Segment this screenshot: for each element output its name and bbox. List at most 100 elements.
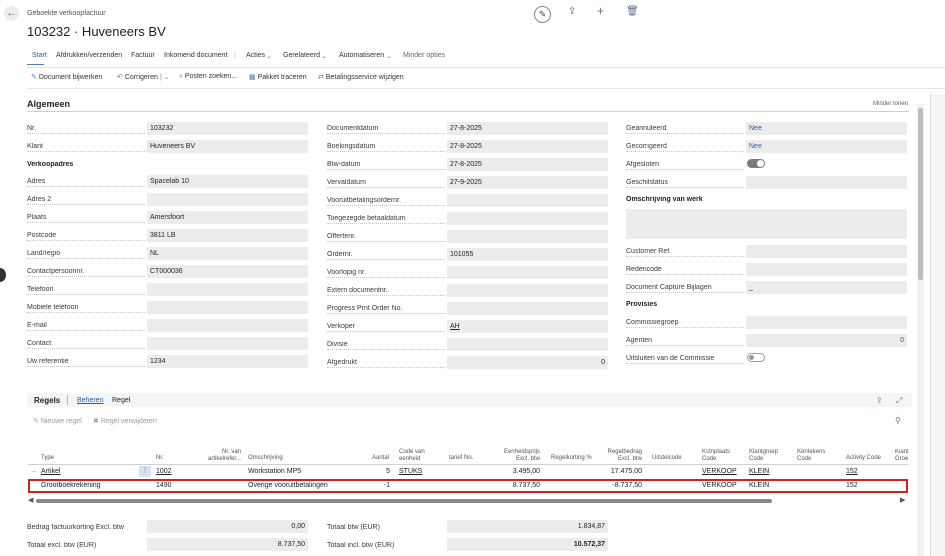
table-row[interactable]: → Artikel ⋮ 1002 Workstation MP5 5 STUKS… — [28, 466, 908, 478]
menu-acties[interactable]: Acties — [246, 52, 265, 59]
contact-label: Contact — [27, 340, 145, 349]
afgesloten-toggle[interactable] — [747, 159, 765, 168]
tab-regels[interactable]: Regels — [34, 396, 60, 405]
contact-field[interactable] — [147, 337, 308, 350]
docdatum-field[interactable]: 27-8-2025 — [447, 122, 608, 135]
betalingsservice-button[interactable]: ⇄ Betalingsservice wijzigen — [318, 73, 404, 81]
progress-field[interactable] — [447, 302, 608, 315]
menu-afdrukken[interactable]: Afdrukken/verzenden — [56, 52, 122, 59]
voorsnr-field[interactable] — [447, 194, 608, 207]
omschrijving-werk-field[interactable] — [626, 209, 907, 239]
contactnr-field[interactable]: CT000036 — [147, 265, 308, 278]
btwdatum-field[interactable]: 27-8-2025 — [447, 158, 608, 171]
corrigeren-button[interactable]: ↶ Corrigeren — [117, 73, 158, 81]
geschilstatus-field[interactable] — [746, 176, 907, 189]
menu-gerelateerd[interactable]: Gerelateerd — [283, 52, 320, 59]
cell-activity[interactable]: 152 — [846, 468, 858, 475]
pakket-traceren-button[interactable]: ▦ Pakket traceren — [249, 73, 307, 81]
delete-line-button[interactable]: ✖ Regel verwijderen — [93, 417, 157, 425]
menu-inkomend-document[interactable]: Inkomend document — [164, 52, 227, 59]
share-icon[interactable]: ⇪ — [876, 396, 883, 405]
menu-start[interactable]: Start — [32, 52, 47, 59]
cell-omschrijving[interactable]: Workstation MP5 — [248, 468, 301, 475]
voorlopig-field[interactable] — [447, 266, 608, 279]
uitsluiten-toggle[interactable] — [747, 353, 765, 362]
email-field[interactable] — [147, 319, 308, 332]
row-menu-icon[interactable]: ⋮ — [139, 466, 151, 477]
expand-icon[interactable]: ⤢ — [896, 396, 902, 406]
menu-automatiseren[interactable]: Automatiseren — [339, 52, 384, 59]
page-title: 103232 · Huveneers BV — [27, 24, 166, 39]
cell-eenheid[interactable]: STUKS — [399, 468, 422, 475]
cell-bedrag[interactable]: 17.475,00 — [598, 468, 642, 475]
cell-aantal[interactable]: 5 — [368, 468, 390, 475]
klant-field[interactable]: Huveneers BV — [147, 140, 308, 153]
omschrijving-werk-heading: Omschrijving van werk — [626, 196, 703, 203]
offerte-field[interactable] — [447, 230, 608, 243]
scroll-left-icon[interactable]: ◀ — [28, 496, 33, 504]
tab-regel[interactable]: Regel — [112, 397, 130, 404]
chevron-down-icon[interactable]: | ⌄ — [160, 73, 170, 81]
adres2-field[interactable] — [147, 193, 308, 206]
cell-prijs[interactable]: 3.495,00 — [498, 468, 540, 475]
uwref-field[interactable]: 1234 — [147, 355, 308, 368]
land-field[interactable]: NL — [147, 247, 308, 260]
extern-label: Extern documentnr. — [327, 287, 445, 296]
boekdatum-field[interactable]: 27-8-2025 — [447, 140, 608, 153]
ordernr-field[interactable]: 101055 — [447, 248, 608, 261]
minder-tonen-link[interactable]: Minder tonen — [873, 101, 908, 107]
add-icon[interactable]: + — [597, 4, 604, 18]
tab-beheren[interactable]: Beheren — [77, 397, 103, 404]
verkoper-field[interactable]: AH — [447, 320, 608, 333]
chevron-down-icon: ⌄ — [321, 53, 327, 60]
custref-field[interactable] — [746, 245, 907, 258]
telefoon-field[interactable] — [147, 283, 308, 296]
email-label: E-mail — [27, 322, 145, 331]
cell-klantgroep[interactable]: KLEIN — [749, 468, 769, 475]
contactnr-label: Contactpersoonnr. — [27, 268, 145, 277]
adres-field[interactable]: Spacelab 10 — [147, 175, 308, 188]
menu-minder-opties[interactable]: Minder opties — [403, 52, 445, 59]
toegezegd-field[interactable] — [447, 212, 608, 225]
postcode-field[interactable]: 3811 LB — [147, 229, 308, 242]
afgedrukt-field[interactable]: 0 — [447, 356, 608, 369]
posten-zoeken-button[interactable]: ⌕ Posten zoeken... — [179, 73, 237, 81]
document-bijwerken-button[interactable]: ✎ Document bijwerken — [31, 73, 102, 81]
vervaldatum-field[interactable]: 27-9-2025 — [447, 176, 608, 189]
korting-field[interactable]: 0,00 — [147, 520, 308, 533]
back-button[interactable]: ← — [4, 6, 19, 21]
commissiegroep-field[interactable] — [746, 316, 907, 329]
scrollbar-thumb[interactable] — [36, 499, 772, 503]
extern-field[interactable] — [447, 284, 608, 297]
agenten-field[interactable]: 0 — [746, 334, 907, 347]
breadcrumb: Geboekte verkoopfactuur — [27, 10, 106, 17]
geannuleerd-label: Geannuleerd — [626, 125, 744, 134]
divider — [67, 395, 68, 405]
geannuleerd-field[interactable]: Nee — [746, 122, 907, 135]
scroll-right-icon[interactable]: ▶ — [900, 496, 905, 504]
redencode-field[interactable] — [746, 263, 907, 276]
share-icon[interactable]: ⇪ — [568, 6, 576, 17]
cell-nr[interactable]: 1002 — [156, 468, 172, 475]
delete-icon[interactable]: 🗑 — [626, 6, 639, 17]
factbox-panel — [930, 94, 945, 556]
horizontal-scrollbar[interactable]: ◀ ▶ — [28, 496, 908, 504]
plaats-field[interactable]: Amersfoort — [147, 211, 308, 224]
gecorrigeerd-field[interactable]: Nee — [746, 140, 907, 153]
personalize-icon[interactable]: ⚲ — [895, 416, 901, 425]
delete-line-icon: ✖ — [93, 418, 101, 425]
cell-type[interactable]: Artikel — [41, 468, 60, 475]
scrollbar-thumb[interactable] — [918, 108, 923, 280]
capture-field[interactable]: _ — [746, 281, 907, 294]
totaal-incl-label: Totaal incl. btw (EUR) — [327, 542, 395, 549]
divisie-field[interactable] — [447, 338, 608, 351]
edit-icon[interactable]: ✎ — [534, 6, 551, 23]
nr-field[interactable]: 103232 — [147, 122, 308, 135]
mobiel-field[interactable] — [147, 301, 308, 314]
cell-kstn[interactable]: VERKOOP — [702, 468, 737, 475]
new-line-button[interactable]: ✎ Nieuwe regel — [33, 417, 82, 425]
vertical-scrollbar[interactable] — [917, 104, 924, 556]
col-kstn: Kstnplaats Code — [702, 449, 731, 462]
menu-factuur[interactable]: Factuur — [131, 52, 155, 59]
col-bedrag: Regelbedrag Excl. btw — [607, 449, 642, 462]
